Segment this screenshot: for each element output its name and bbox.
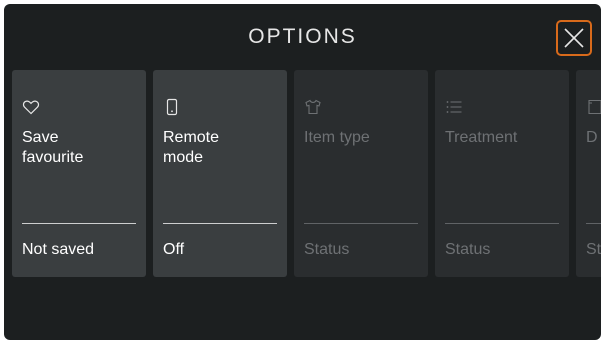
option-label: Remote mode [163,129,220,166]
garment-icon [588,99,601,115]
option-card-item-type: Item type Status [294,70,428,277]
page-title: OPTIONS [248,25,357,48]
close-icon [564,28,584,48]
option-label: Save favourite [22,129,84,166]
shirt-icon [305,99,321,115]
option-card-partial: D St [576,70,601,277]
option-status: Off [163,241,185,258]
close-button[interactable] [556,20,592,56]
divider [163,223,277,224]
option-status: Status [304,241,350,258]
heart-icon [22,100,40,115]
option-label: Item type [304,129,370,146]
option-status: Status [445,241,491,258]
options-screen: OPTIONS Save favourite Not saved Remote … [4,4,601,340]
phone-icon [166,98,178,116]
option-status: St [586,241,601,258]
option-label: Treatment [445,129,518,146]
option-card-remote-mode[interactable]: Remote mode Off [153,70,287,277]
options-carousel[interactable]: Save favourite Not saved Remote mode Off… [12,70,601,277]
option-status: Not saved [22,241,95,258]
option-card-save-favourite[interactable]: Save favourite Not saved [12,70,146,277]
divider [304,223,418,224]
divider [445,223,559,224]
option-card-treatment: Treatment Status [435,70,569,277]
option-label: D [586,129,598,146]
divider [586,223,601,224]
divider [22,223,136,224]
list-icon [446,101,462,113]
